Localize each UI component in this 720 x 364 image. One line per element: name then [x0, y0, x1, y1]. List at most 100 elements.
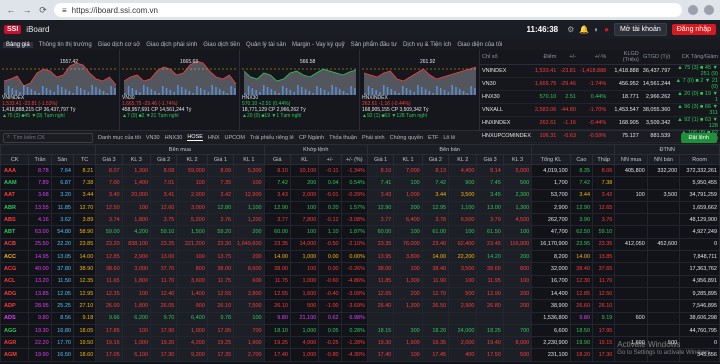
symbol-cell[interactable]: ACG: [0, 262, 30, 276]
board-col-header[interactable]: Thấp: [592, 154, 616, 165]
board-col-header[interactable]: Giá 1: [366, 154, 395, 165]
menu-item-1[interactable]: Thông tin thị trường: [39, 42, 92, 48]
symbol-cell[interactable]: AAM: [0, 176, 30, 190]
board-col-header[interactable]: CK: [0, 154, 30, 165]
board-col-header[interactable]: KL 3: [121, 154, 152, 165]
forward-icon[interactable]: →: [22, 5, 32, 15]
table-row[interactable]: ACG 40.00 37.80 38.90 38.60 3,000 37.70 800 38.0…: [0, 262, 720, 276]
login-button[interactable]: Đăng nhập: [671, 24, 716, 35]
menu-item-2[interactable]: Giao dịch cơ sở: [98, 42, 141, 48]
menu-item-4[interactable]: Giao dịch tiền: [203, 42, 240, 48]
index-row[interactable]: VNXALL 2,583.06 -44.80 -1.70% 1,453.547 38,05…: [480, 103, 720, 117]
index-row[interactable]: HNX30 570.10 2.51 0.44% 18.771 2,966.262 ▲ 20 …: [480, 90, 720, 104]
board-col-header[interactable]: Room: [679, 154, 720, 165]
board-col-header[interactable]: Giá 3: [476, 154, 504, 165]
table-row[interactable]: ADS 9.80 8.56 9.18 9.66 6,200 9.70 6,400 9.78 100…: [0, 311, 720, 325]
symbol-cell[interactable]: AGG: [0, 323, 30, 338]
board-col-header[interactable]: NN mua: [614, 154, 648, 165]
filter-tab-7[interactable]: CP Ngành: [299, 135, 324, 141]
symbol-cell[interactable]: ACL: [0, 274, 30, 288]
symbol-cell[interactable]: AGR: [0, 336, 30, 350]
profile-icon[interactable]: [704, 5, 714, 15]
symbol-cell[interactable]: AAT: [0, 188, 30, 202]
board-col-header[interactable]: Cao: [569, 154, 594, 165]
filter-tab-0[interactable]: Danh mục của tôi: [98, 135, 141, 141]
back-icon[interactable]: ←: [6, 5, 16, 15]
table-row[interactable]: ABT 63.00 54.80 58.90 59.00 4,200 59.10 1,500 59…: [0, 225, 720, 239]
site-info-icon[interactable]: ≡: [62, 6, 67, 15]
index-row[interactable]: VNINDEX 1,533.41 -23.81 -1,418.888 1,418.888…: [480, 64, 720, 78]
board-col-header[interactable]: Sàn: [50, 154, 74, 165]
board-col-header[interactable]: KL 3: [502, 154, 533, 165]
table-row[interactable]: ABS 4.16 3.62 3.89 3.74 1,800 3.75 5,200 3.76 1,2…: [0, 213, 720, 227]
menu-item-3[interactable]: Giao dịch phái sinh: [146, 42, 197, 48]
extension-icon[interactable]: [688, 5, 698, 15]
board-col-header[interactable]: KL 2: [176, 154, 208, 165]
index-panel-hnx30[interactable]: 566.58 HNX30 570.10 +2.51 (0.44%) 18,771,12…: [240, 50, 360, 130]
filter-tab-11[interactable]: ETF: [428, 135, 438, 141]
settings-icon[interactable]: ⚙: [567, 25, 574, 34]
filter-tab-10[interactable]: Chứng quyền: [390, 135, 423, 141]
notification-icon[interactable]: 🔔: [579, 25, 589, 34]
filter-tab-8[interactable]: Thỏa thuận: [329, 135, 357, 141]
board-col-header[interactable]: Giá 2: [421, 154, 450, 165]
table-row[interactable]: ABR 13.55 11.85 12.70 12.50 100 12.60 3,000 12.8…: [0, 200, 720, 215]
index-panel-vn30[interactable]: 1665.63 VN30 1,665.75 -29.46 (-1.74%) 458,9…: [120, 50, 240, 130]
filter-tab-6[interactable]: Trái phiếu riêng lẻ: [250, 135, 294, 141]
index-panel-vnindex[interactable]: 1557.42 VNINDEX 1,533.41 -23.81 (-1.53%) 1,…: [0, 50, 120, 130]
filter-tab-5[interactable]: UPCOM: [225, 135, 245, 141]
place-order-button[interactable]: Đặt lệnh: [680, 132, 717, 143]
board-col-header[interactable]: Trần: [28, 154, 52, 165]
filter-tab-1[interactable]: VN30: [146, 135, 160, 141]
table-row[interactable]: AGR 22.20 17.70 19.50 19.15 1,000 19.20 4,200 19…: [0, 336, 720, 350]
table-row[interactable]: AGM 19.90 16.50 18.60 17.05 6,100 17.30 9,200 17…: [0, 348, 720, 362]
board-col-header[interactable]: KL 1: [393, 154, 423, 165]
menu-item-7[interactable]: Sản phẩm đầu tư: [351, 42, 397, 48]
filter-tab-3[interactable]: HOSE: [187, 134, 203, 141]
menu-item-9[interactable]: Giao diện của tôi: [457, 42, 502, 48]
board-col-header[interactable]: NN bán: [646, 154, 681, 165]
symbol-cell[interactable]: ACB: [0, 237, 30, 252]
symbol-cell[interactable]: AGM: [0, 348, 30, 362]
board-col-header[interactable]: KL: [289, 154, 320, 165]
board-col-header[interactable]: Giá: [263, 154, 291, 165]
board-col-header[interactable]: Giá 3: [95, 154, 123, 165]
table-row[interactable]: ACC 14.95 13.05 14.00 12.85 2,900 13.00 100 13.7…: [0, 250, 720, 264]
table-row[interactable]: AAA 8.78 7.64 8.21 8.07 1,300 8.08 59,000 8.09 5,…: [0, 163, 720, 178]
menu-item-0[interactable]: Bảng giá: [3, 41, 33, 48]
symbol-cell[interactable]: ABS: [0, 213, 30, 227]
symbol-cell[interactable]: ABT: [0, 225, 30, 239]
filter-tab-2[interactable]: HNX30: [165, 135, 183, 141]
theme-toggle-icon[interactable]: ◐: [594, 25, 599, 34]
menu-item-6[interactable]: Margin - Vay ký quỹ: [292, 42, 345, 48]
open-account-button[interactable]: Mở tài khoản: [613, 23, 667, 36]
symbol-search[interactable]: ⌕ Tìm kiếm CK: [3, 132, 93, 143]
table-row[interactable]: AAM 7.89 6.87 7.38 7.00 1,400 7.01 100 7.35 100 7.…: [0, 176, 720, 190]
menu-item-8[interactable]: Dịch vụ & Tiện ích: [403, 42, 451, 48]
symbol-cell[interactable]: ADG: [0, 286, 30, 301]
symbol-cell[interactable]: ADS: [0, 311, 30, 325]
language-flag-icon[interactable]: ●: [604, 25, 609, 34]
index-panel-hnxindex[interactable]: 261.92 HNXINDEX 262.61 -1.16 (-0.44%) 168,9…: [360, 50, 480, 130]
board-col-header[interactable]: TC: [72, 154, 97, 165]
filter-tab-4[interactable]: HNX: [208, 135, 220, 141]
symbol-cell[interactable]: AAA: [0, 163, 30, 178]
table-row[interactable]: ADP 28.95 25.25 27.10 26.00 1,800 26.05 900 26.1…: [0, 299, 720, 313]
board-col-header[interactable]: KL 2: [448, 154, 478, 165]
symbol-cell[interactable]: ADP: [0, 299, 30, 313]
menu-item-5[interactable]: Quản lý tài sản: [246, 42, 286, 48]
table-row[interactable]: AAT 3.68 3.20 3.44 3.40 20,000 3.41 2,000 3.42 12…: [0, 188, 720, 202]
address-bar[interactable]: ≡ https://iboard.ssi.com.vn: [54, 3, 682, 17]
symbol-cell[interactable]: ABR: [0, 200, 30, 215]
board-col-header[interactable]: +/-: [318, 154, 342, 165]
table-row[interactable]: ACL 13.20 11.50 12.35 11.65 1,800 11.70 3,600 11…: [0, 274, 720, 288]
board-col-header[interactable]: Tổng KL: [531, 154, 571, 165]
board-col-header[interactable]: +/- (%): [340, 154, 368, 165]
board-col-header[interactable]: KL 1: [233, 154, 265, 165]
board-col-header[interactable]: Giá 1: [206, 154, 235, 165]
index-row[interactable]: HNXINDEX 262.61 -1.16 -0.44% 168.905 3,509.34…: [480, 116, 720, 130]
reload-icon[interactable]: ⟳: [38, 5, 48, 16]
filter-tab-9[interactable]: Phái sinh: [362, 135, 385, 141]
table-row[interactable]: ADG 13.85 12.05 12.95 12.35 100 12.40 1,400 12.5…: [0, 286, 720, 301]
symbol-cell[interactable]: ACC: [0, 250, 30, 264]
